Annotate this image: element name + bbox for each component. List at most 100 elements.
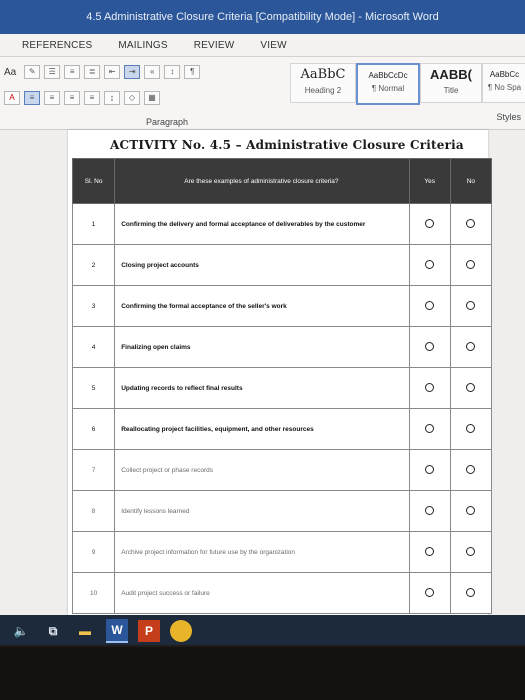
no-radio[interactable] [466,341,476,351]
style-name: Heading 2 [304,86,342,95]
row-number: 10 [71,572,116,614]
table-header-row: Sl. No Are these examples of administrat… [71,158,493,204]
borders-icon[interactable]: ▦ [144,91,160,105]
tab-references[interactable]: REFERENCES [22,40,92,51]
header-no: No [449,158,493,204]
row-number: 8 [71,490,116,532]
yes-radio[interactable] [425,546,435,556]
tab-mailings[interactable]: MAILINGS [118,40,167,51]
styles-group-label: Styles [496,112,521,122]
activity-table: Sl. No Are these examples of administrat… [71,158,493,614]
style-no-spacing[interactable]: AaBbCc ¶ No Spa [482,63,525,103]
ribbon-tabs: REFERENCES MAILINGS REVIEW VIEW [0,34,525,57]
shading-icon[interactable]: ◇ [124,91,140,105]
table-row: 8 Identify lessons learned [71,490,493,532]
yes-radio[interactable] [425,464,435,474]
font-color-icon[interactable]: A [4,91,20,105]
yes-radio[interactable] [425,259,435,269]
powerpoint-icon[interactable]: P [138,620,160,642]
highlight-icon[interactable]: ✎ [24,65,41,79]
word-icon[interactable]: W [106,619,128,643]
change-case-button[interactable]: Aa [4,67,16,78]
paragraph-group-label: Paragraph [146,117,189,127]
align-center-icon[interactable]: ≡ [44,91,60,105]
table-row: 7 Collect project or phase records [71,449,493,491]
sort-icon[interactable]: ↕ [164,65,181,79]
line-spacing-icon[interactable]: ↨ [104,91,120,105]
no-radio[interactable] [466,259,476,269]
row-text: Updating records to reflect final result… [114,367,410,409]
style-name: ¶ No Spa [487,83,522,92]
row-number: 2 [71,244,116,286]
style-heading-2[interactable]: AaBbC Heading 2 [290,63,356,103]
table-row: 5 Updating records to reflect final resu… [71,367,493,409]
yes-radio[interactable] [425,423,435,433]
ribbon: Aa ✎ ☰ ≡ ≣ ⇤ ⇥ « ↕ ¶ A ≡ ≡ ≡ ≡ ↨ ◇ ▦ AaB… [0,57,525,130]
numbering-icon[interactable]: ≡ [64,65,81,79]
row-number: 5 [71,367,116,409]
style-sample: AaBbC [300,67,346,82]
chrome-icon[interactable] [170,620,192,642]
yes-radio[interactable] [425,587,435,597]
yes-radio[interactable] [425,218,435,228]
no-radio[interactable] [466,505,476,515]
yes-radio[interactable] [425,382,435,392]
header-yes: Yes [408,158,451,204]
task-view-icon[interactable]: ⧉ [42,620,64,642]
document-page[interactable]: ACTIVITY No. 4.5 – Administrative Closur… [68,130,493,645]
table-row: 2 Closing project accounts [71,244,493,286]
style-sample: AaBbCcDc [368,71,408,80]
table-row: 1 Confirming the delivery and formal acc… [71,203,493,245]
table-row: 3 Confirming the formal acceptance of th… [71,285,493,327]
align-left-icon[interactable]: ≡ [24,91,40,105]
multilevel-list-icon[interactable]: ≣ [84,65,101,79]
tab-view[interactable]: VIEW [260,40,286,51]
justify-icon[interactable]: ≡ [84,91,100,105]
style-name: ¶ Normal [371,84,405,93]
row-text: Closing project accounts [114,244,410,286]
title-bar: 4.5 Administrative Closure Criteria [Com… [0,0,525,34]
increase-indent-icon[interactable]: ⇥ [124,65,141,79]
no-radio[interactable] [466,464,476,474]
yes-radio[interactable] [425,505,435,515]
style-title[interactable]: AABB( Title [420,63,482,103]
bullets-icon[interactable]: ☰ [44,65,61,79]
no-radio[interactable] [466,587,476,597]
ltr-icon[interactable]: « [144,65,161,79]
row-text: Reallocating project facilities, equipme… [114,408,410,450]
no-radio[interactable] [466,218,476,228]
no-radio[interactable] [466,300,476,310]
row-text: Confirming the formal acceptance of the … [114,285,410,327]
yes-radio[interactable] [425,300,435,310]
taskbar: 🔈 ⧉ ▬ W P [0,615,525,645]
style-name: Title [443,86,459,95]
align-right-icon[interactable]: ≡ [64,91,80,105]
no-radio[interactable] [466,382,476,392]
tab-review[interactable]: REVIEW [194,40,235,51]
speaker-icon[interactable]: 🔈 [10,620,32,642]
no-radio[interactable] [466,423,476,433]
row-text: Confirming the delivery and formal accep… [114,203,410,245]
header-sl-no: Sl. No [71,158,116,204]
no-radio[interactable] [466,546,476,556]
decrease-indent-icon[interactable]: ⇤ [104,65,121,79]
row-number: 3 [71,285,116,327]
row-number: 1 [71,203,116,245]
row-number: 6 [71,408,116,450]
table-row: 10 Audit project success or failure [71,572,493,614]
window-title: 4.5 Administrative Closure Criteria [Com… [86,11,439,23]
yes-radio[interactable] [425,341,435,351]
file-explorer-icon[interactable]: ▬ [74,620,96,642]
row-number: 4 [71,326,116,368]
row-text: Audit project success or failure [114,572,410,614]
monitor-bezel [0,647,525,700]
row-text: Collect project or phase records [114,449,410,491]
document-title: ACTIVITY No. 4.5 – Administrative Closur… [110,138,464,152]
row-text: Archive project information for future u… [114,531,410,573]
table-row: 9 Archive project information for future… [71,531,493,573]
pilcrow-icon[interactable]: ¶ [184,65,201,79]
table-row: 4 Finalizing open claims [71,326,493,368]
style-normal[interactable]: AaBbCcDc ¶ Normal [356,63,420,105]
table-row: 6 Reallocating project facilities, equip… [71,408,493,450]
style-sample: AaBbCc [489,70,520,79]
